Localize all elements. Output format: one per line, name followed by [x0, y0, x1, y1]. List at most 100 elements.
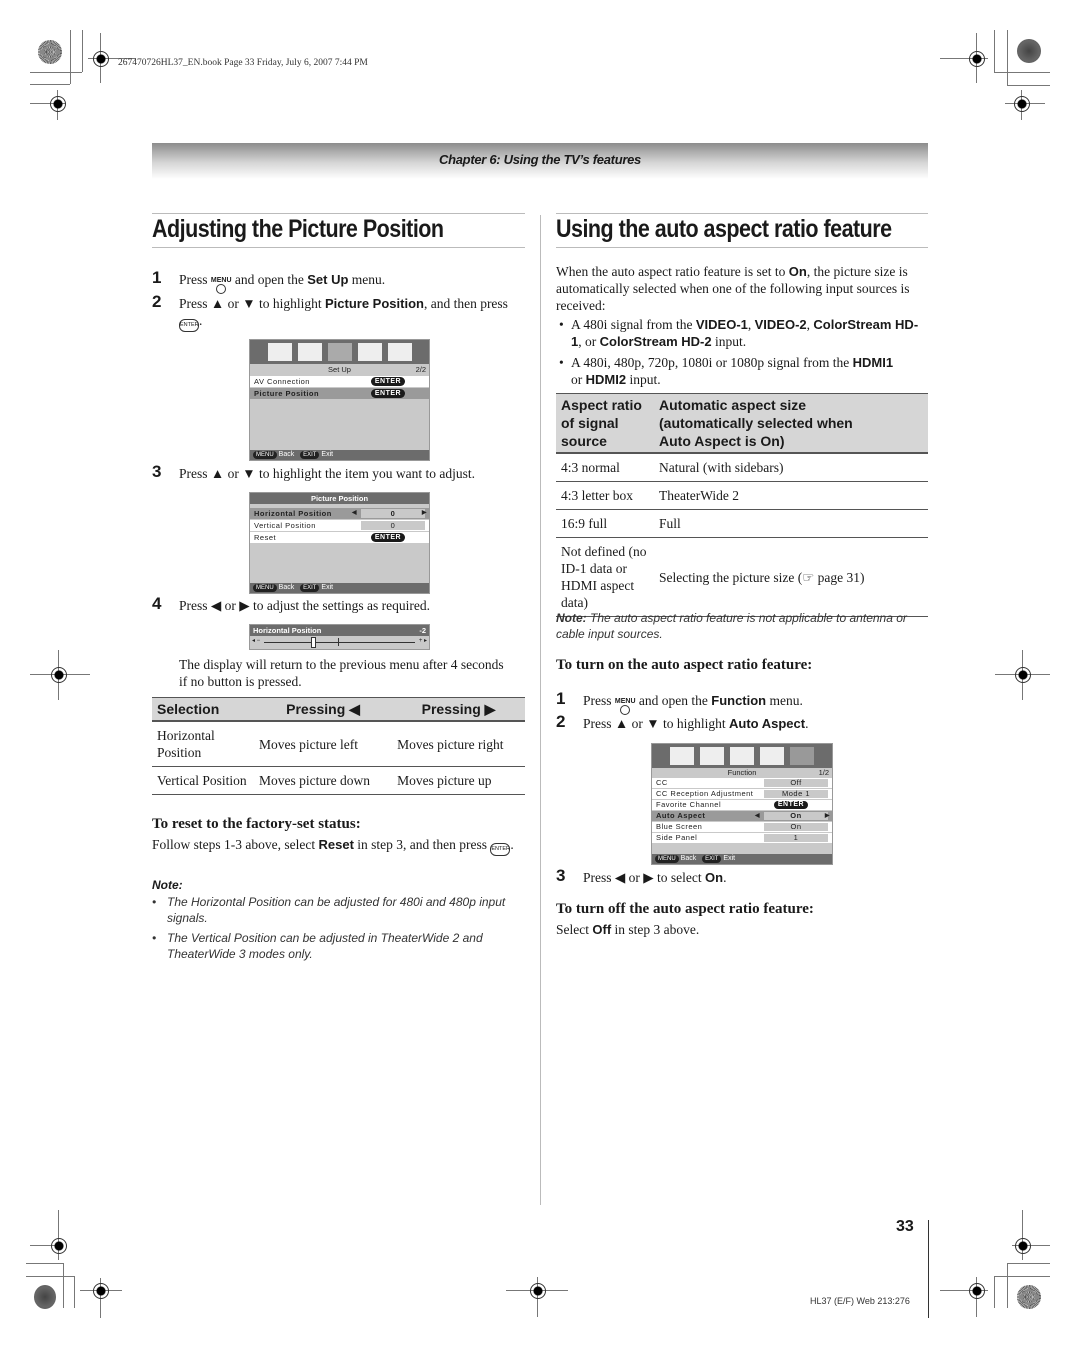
aspect-ratio-table: Aspect ratio of signal source Automatic … — [556, 393, 928, 617]
registration-target-icon — [1017, 39, 1041, 63]
bullet-item: • A 480i, 480p, 720p, 1080i or 1080p sig… — [559, 355, 894, 387]
table-header: Pressing ◀ — [254, 697, 393, 722]
slider-value: -2 — [419, 626, 426, 635]
crosshair-icon — [51, 1238, 67, 1254]
audio-menu-icon — [297, 343, 322, 361]
turn-on-heading: To turn on the auto aspect ratio feature… — [556, 657, 813, 673]
setup-menu-icon — [327, 343, 352, 361]
slider-handle — [311, 637, 316, 648]
step-1-text: Press MENU and open the Function menu. — [583, 692, 803, 715]
osd-menu-title: Picture Position — [250, 493, 429, 504]
crosshair-icon — [50, 96, 66, 112]
step-number: 2 — [152, 292, 162, 311]
osd-setup-menu: Set Up 2/2 AV Connection ENTER Picture Pos… — [249, 339, 430, 461]
picture-menu-icon — [670, 747, 694, 765]
note-list: • The Horizontal Position can be adjusted… — [152, 894, 524, 962]
table-row: 16:9 full Full — [556, 509, 928, 538]
table-row: 4:3 letter box TheaterWide 2 — [556, 481, 928, 510]
function-menu-icon — [790, 747, 814, 765]
osd-footer: MENU Back EXIT Exit — [250, 450, 429, 460]
step-3-text: Press ◀ or ▶ to select On. — [583, 870, 727, 885]
osd-menu-title: Set Up — [328, 365, 351, 374]
turn-off-heading: To turn off the auto aspect ratio featur… — [556, 901, 814, 917]
crosshair-icon — [530, 1283, 546, 1299]
crosshair-icon — [93, 51, 109, 67]
selection-table: Selection Pressing ◀ Pressing ▶ Horizont… — [152, 697, 525, 795]
crosshair-icon — [1015, 1238, 1031, 1254]
osd-item: Side Panel 1 — [652, 833, 832, 843]
step-number: 4 — [152, 594, 162, 613]
crosshair-icon — [969, 1283, 985, 1299]
crosshair-icon — [1014, 96, 1030, 112]
chapter-title: Chapter 6: Using the TV’s features — [439, 152, 641, 167]
osd-item-highlighted: Auto Aspect ◀ On ▶ — [652, 811, 832, 821]
osd-item: CC Off — [652, 778, 832, 788]
table-header: Automatic aspect size (automatically sel… — [654, 393, 928, 454]
page-number: 33 — [896, 1218, 914, 1235]
step-2-text: Press ▲ or ▼ to highlight Auto Aspect. — [583, 716, 809, 731]
osd-item: CC Reception Adjustment Mode 1 — [652, 789, 832, 799]
table-header: Selection — [152, 697, 254, 722]
footer-code: HL37 (E/F) Web 213:276 — [810, 1296, 910, 1306]
crosshair-icon — [1015, 667, 1031, 683]
aspect-note: Note: The auto aspect ratio feature is n… — [556, 611, 907, 641]
turn-off-text: Select Off in step 3 above. — [556, 922, 700, 937]
menu-button-icon: MENU — [615, 698, 636, 715]
note-label: Note: — [152, 878, 183, 892]
timer-menu-icon — [357, 343, 382, 361]
step-4-text: Press ◀ or ▶ to adjust the settings as r… — [179, 598, 430, 613]
osd-item-highlighted: Horizontal Position ◀ 0 ▶ — [250, 508, 429, 519]
table-row: Horizontal Position Moves picture left M… — [152, 721, 525, 767]
table-row: Vertical Position Moves picture down Mov… — [152, 766, 525, 795]
section-title-picture-position: Adjusting the Picture Position — [152, 215, 444, 243]
step-number: 3 — [152, 462, 162, 481]
menu-button-icon: MENU — [211, 277, 232, 294]
osd-item: Reset ENTER — [250, 532, 429, 543]
osd-footer: MENU Back EXIT Exit — [652, 854, 832, 864]
step-number: 1 — [152, 268, 162, 287]
reset-heading: To reset to the factory-set status: — [152, 816, 361, 832]
audio-menu-icon — [700, 747, 724, 765]
registration-target-icon — [38, 40, 62, 64]
table-header: Aspect ratio of signal source — [556, 393, 654, 454]
step-1-text: Press MENU and open the Set Up menu. — [179, 271, 385, 294]
note-item: • The Vertical Position can be adjusted i… — [152, 931, 483, 961]
function-menu-icon — [387, 343, 412, 361]
enter-button-icon: ENTER — [179, 319, 199, 332]
note-item: • The Horizontal Position can be adjusted… — [152, 895, 506, 925]
step-2-text: Press ▲ or ▼ to highlight Picture Positi… — [179, 295, 524, 332]
setup-menu-icon — [730, 747, 754, 765]
return-note: The display will return to the previous … — [179, 657, 504, 689]
osd-page-indicator: 1/2 — [818, 768, 829, 777]
reset-text: Follow steps 1-3 above, select Reset in … — [152, 836, 522, 856]
osd-horizontal-position-slider: Horizontal Position -2 ◂ − + ▸ — [249, 624, 430, 650]
osd-item: Vertical Position 0 — [250, 520, 429, 531]
table-header: Pressing ▶ — [392, 697, 525, 722]
timer-menu-icon — [760, 747, 784, 765]
bullet-item: • A 480i signal from the VIDEO-1, VIDEO-… — [559, 317, 919, 349]
osd-page-indicator: 2/2 — [415, 365, 426, 374]
step-number: 2 — [556, 712, 566, 731]
crosshair-icon — [51, 667, 67, 683]
osd-picture-position-menu: Picture Position Horizontal Position ◀ 0 ▶ … — [249, 492, 430, 594]
osd-item: Favorite Channel ENTER — [652, 800, 832, 810]
enter-button-icon: ENTER — [490, 843, 511, 856]
step-number: 1 — [556, 689, 566, 708]
step-3-text: Press ▲ or ▼ to highlight the item you w… — [179, 466, 475, 481]
registration-target-icon — [1017, 1285, 1041, 1309]
osd-item-highlighted: Picture Position ENTER — [250, 388, 429, 399]
registration-target-icon — [34, 1285, 56, 1309]
auto-aspect-intro: When the auto aspect ratio feature is se… — [556, 264, 910, 313]
slider-label: Horizontal Position — [253, 626, 322, 635]
crosshair-icon — [93, 1283, 109, 1299]
chapter-banner: Chapter 6: Using the TV’s features — [152, 143, 928, 179]
crosshair-icon — [969, 51, 985, 67]
table-row: Not defined (no ID-1 data or HDMI aspect… — [556, 537, 928, 617]
section-title-auto-aspect: Using the auto aspect ratio feature — [556, 215, 892, 243]
print-header: 267470726HL37_EN.book Page 33 Friday, Ju… — [118, 58, 368, 68]
step-number: 3 — [556, 866, 566, 885]
osd-menu-title: Function — [727, 768, 757, 777]
column-divider — [540, 215, 541, 1205]
osd-item: AV Connection ENTER — [250, 376, 429, 387]
osd-function-menu: Function 1/2 CC Off CC Reception Adjustmen… — [651, 743, 833, 865]
